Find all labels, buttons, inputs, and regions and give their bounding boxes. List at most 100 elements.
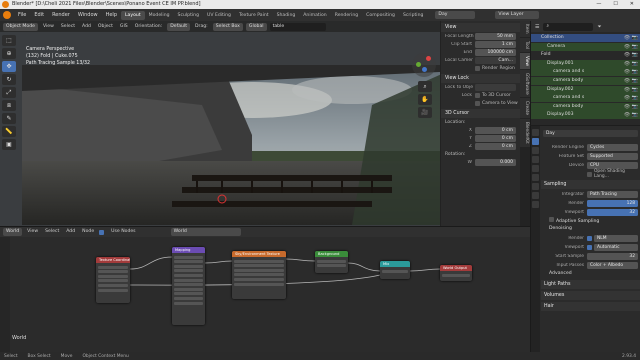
object-tab-icon[interactable]	[532, 183, 539, 190]
integrator-dropdown[interactable]: Path Tracing	[587, 190, 638, 198]
close-button[interactable]: ✕	[630, 0, 634, 9]
measure-tool-icon[interactable]: 📏	[2, 126, 16, 137]
menu-help[interactable]: Help	[102, 9, 121, 21]
denoise-viewport-checkbox[interactable]	[587, 244, 592, 250]
render-engine-dropdown[interactable]: Cycles	[587, 143, 638, 151]
visibility-icon[interactable]: 👁 📷	[624, 103, 638, 111]
menu-add[interactable]: Add	[80, 21, 93, 32]
annotate-tool-icon[interactable]: ✎	[2, 113, 16, 124]
tab-compositing[interactable]: Compositing	[362, 11, 399, 20]
node-environment-texture[interactable]: Sky/Environment Texture	[232, 251, 286, 299]
lock-to-object-field[interactable]	[475, 83, 516, 91]
visibility-icon[interactable]: 👁 📷	[624, 77, 638, 85]
denoise-render-checkbox[interactable]	[587, 235, 592, 241]
volumes-panel[interactable]: Volumes	[541, 291, 640, 300]
tab-scripting[interactable]: Scripting	[399, 11, 427, 20]
visibility-icon[interactable]: 👁 📷	[624, 86, 638, 94]
node-world-output[interactable]: World Output	[440, 265, 472, 281]
search-input[interactable]: table	[269, 22, 326, 31]
camera-to-view-checkbox[interactable]	[475, 100, 480, 106]
shader-node-editor[interactable]: World View Select Add Node Use Nodes Wor…	[0, 226, 530, 352]
mode-selector[interactable]: Object Mode	[3, 22, 38, 31]
sampling-panel[interactable]: Sampling	[541, 180, 640, 189]
to-3d-cursor-checkbox[interactable]	[475, 92, 480, 98]
x-axis-icon[interactable]	[426, 56, 431, 61]
outliner-row[interactable]: camera body 👁 📷	[531, 77, 640, 85]
denoise-viewport-dropdown[interactable]: Automatic	[594, 243, 638, 251]
outliner-row[interactable]: camera and s 👁 📷	[531, 68, 640, 77]
outliner-row[interactable]: Fold 👁 📷	[531, 51, 640, 59]
scene-selector[interactable]: Day	[435, 11, 476, 19]
device-dropdown[interactable]: CPU	[587, 161, 638, 169]
camera-view-icon[interactable]: 🎥	[418, 107, 432, 118]
outliner-row[interactable]: Camera 👁 📷	[531, 42, 640, 51]
scale-tool-icon[interactable]: ⤢	[2, 87, 16, 98]
tab-uv-editing[interactable]: UV Editing	[203, 11, 235, 20]
visibility-icon[interactable]: 👁 📷	[624, 43, 638, 51]
render-region-checkbox[interactable]	[475, 65, 480, 71]
tool-tab-icon[interactable]	[532, 129, 539, 136]
3d-cursor-panel-title[interactable]: 3D Cursor	[441, 109, 520, 118]
y-axis-icon[interactable]	[416, 62, 421, 67]
tab-blenderkit[interactable]: BlenderKit	[520, 119, 530, 148]
tab-modeling[interactable]: Modeling	[145, 11, 174, 20]
pan-icon[interactable]: ✋	[418, 94, 432, 105]
viewport-samples-field[interactable]: 32	[587, 208, 638, 216]
z-axis-icon[interactable]	[422, 67, 427, 72]
adaptive-sampling-checkbox[interactable]	[549, 217, 554, 222]
advanced-panel[interactable]: Advanced	[541, 270, 640, 278]
render-samples-field[interactable]: 128	[587, 199, 638, 207]
output-tab-icon[interactable]	[532, 147, 539, 154]
drag-selector[interactable]: Select Box	[212, 22, 243, 31]
menu-window[interactable]: Window	[74, 9, 102, 21]
node-background[interactable]: Background	[315, 251, 348, 273]
cursor-tool-icon[interactable]: ⊕	[2, 48, 16, 59]
menu-gis[interactable]: GIS	[118, 21, 130, 32]
view-lock-panel-title[interactable]: View Lock	[441, 74, 520, 83]
outliner-row[interactable]: camera body 👁 📷	[531, 102, 640, 111]
tab-layout[interactable]: Layout	[121, 11, 145, 20]
view-layer-selector[interactable]: View Layer	[495, 11, 540, 19]
cursor-z-field[interactable]: 0 cm	[475, 142, 516, 150]
start-sample-field[interactable]: 32	[587, 252, 638, 260]
menu-view[interactable]: View	[41, 21, 56, 32]
tab-view[interactable]: View	[520, 52, 530, 69]
clip-start-field[interactable]: 1 cm	[475, 40, 516, 48]
outliner-row[interactable]: camera and s 👁 📷	[531, 94, 640, 103]
outliner-row[interactable]: Collection 👁 📷	[531, 34, 640, 42]
tab-animation[interactable]: Animation	[299, 11, 330, 20]
outliner-row[interactable]: Display.003 👁 📷	[531, 111, 640, 120]
node-mapping[interactable]: Mapping	[172, 247, 205, 325]
zoom-icon[interactable]: ⌕	[418, 81, 432, 92]
hair-panel[interactable]: Hair	[541, 302, 640, 311]
filter-icon[interactable]: ⏷	[597, 24, 601, 30]
visibility-icon[interactable]: 👁 📷	[624, 34, 638, 42]
feature-set-dropdown[interactable]: Supported	[587, 152, 638, 160]
menu-edit[interactable]: Edit	[30, 9, 48, 21]
outliner-search-input[interactable]: ⌕	[543, 22, 594, 31]
cursor-w-field[interactable]: 0.000	[475, 158, 516, 166]
tab-shading[interactable]: Shading	[273, 11, 300, 20]
modifier-tab-icon[interactable]	[532, 192, 539, 199]
view-panel-title[interactable]: View	[441, 23, 520, 32]
cursor-y-field[interactable]: 0 cm	[475, 134, 516, 142]
menu-select[interactable]: Select	[59, 21, 77, 32]
visibility-icon[interactable]: 👁 📷	[624, 51, 638, 59]
outliner-row[interactable]: Display.002 👁 📷	[531, 85, 640, 94]
properties-editor[interactable]: Day Render Engine Cycles Feature Set Suppo…	[530, 126, 640, 352]
adaptive-sampling-panel[interactable]: Adaptive Sampling	[541, 217, 640, 225]
minimize-button[interactable]: —	[596, 0, 601, 9]
scene-tab-icon[interactable]	[532, 165, 539, 172]
orientation-selector[interactable]: Default	[167, 22, 191, 31]
visibility-icon[interactable]: 👁 📷	[624, 111, 638, 119]
world-tab-icon[interactable]	[532, 174, 539, 181]
transform-tool-icon[interactable]: ⧈	[2, 100, 16, 111]
clip-end-field[interactable]: 100000 cm	[475, 48, 516, 56]
blender-menu-icon[interactable]	[3, 11, 11, 19]
visibility-icon[interactable]: 👁 📷	[624, 60, 638, 68]
navigation-gizmo[interactable]	[412, 53, 436, 77]
tab-create[interactable]: Create	[520, 98, 530, 119]
tab-sculpting[interactable]: Sculpting	[174, 11, 203, 20]
outliner[interactable]: ☰ ⌕ ⏷ Collection 👁 📷 Camera 👁 📷 Fold 👁 📷 Displ…	[530, 21, 640, 125]
node-texture-coordinate[interactable]: Texture Coordinate	[96, 257, 130, 303]
